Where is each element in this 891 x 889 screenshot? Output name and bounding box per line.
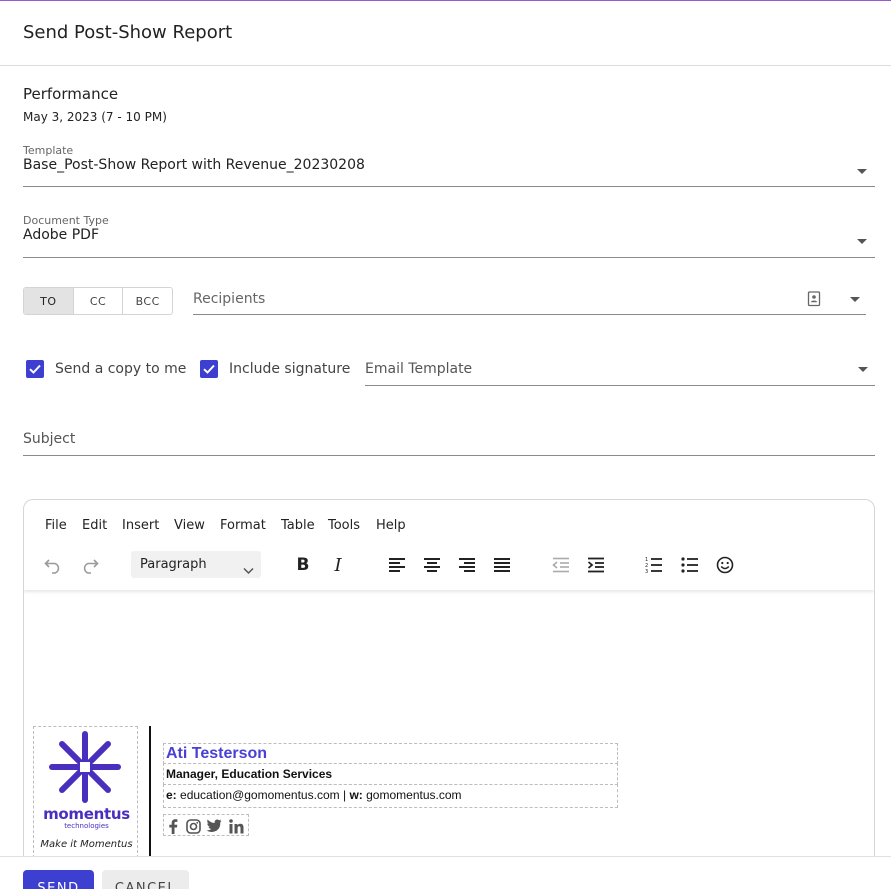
menu-tools[interactable]: Tools (328, 518, 360, 533)
signature-contact-cell: e: education@gomomentus.com | w: gomomen… (163, 784, 618, 808)
chevron-down-icon (857, 169, 867, 174)
svg-text:3: 3 (645, 569, 648, 574)
signature-website[interactable]: gomomentus.com (366, 788, 461, 802)
signature-divider (149, 726, 151, 858)
italic-icon[interactable]: I (326, 553, 350, 577)
email-body-editor[interactable]: File Edit Insert View Format Table Tools… (23, 499, 875, 889)
logo-wordmark: momentus (43, 805, 130, 823)
menu-help[interactable]: Help (376, 518, 406, 533)
twitter-icon[interactable] (205, 817, 223, 835)
facebook-icon[interactable] (164, 817, 182, 835)
menu-view[interactable]: View (174, 518, 205, 533)
numbered-list-icon[interactable]: 123 (642, 553, 666, 577)
linkedin-icon[interactable] (227, 817, 245, 835)
menu-format[interactable]: Format (220, 518, 266, 533)
dialog-title: Send Post-Show Report (23, 22, 233, 43)
template-select[interactable]: Template Base_Post-Show Report with Reve… (23, 144, 875, 187)
menu-file[interactable]: File (45, 518, 67, 533)
email-template-placeholder: Email Template (365, 361, 473, 377)
top-accent-border (0, 0, 891, 1)
block-format-value: Paragraph (140, 557, 207, 572)
chevron-down-icon (243, 560, 254, 579)
block-format-select[interactable]: Paragraph (131, 551, 261, 578)
document-type-value: Adobe PDF (23, 227, 100, 243)
chevron-down-icon (858, 367, 868, 372)
cc-button[interactable]: CC (74, 288, 124, 314)
align-left-icon[interactable] (385, 553, 409, 577)
include-signature-checkbox[interactable] (200, 360, 218, 378)
contact-book-icon[interactable] (807, 291, 821, 311)
contact-separator: | (342, 788, 347, 802)
align-center-icon[interactable] (420, 553, 444, 577)
bullet-list-icon[interactable] (678, 553, 702, 577)
menu-edit[interactable]: Edit (82, 518, 107, 533)
align-right-icon[interactable] (455, 553, 479, 577)
performance-date: May 3, 2023 (7 - 10 PM) (23, 110, 167, 124)
send-copy-checkbox[interactable] (26, 360, 44, 378)
document-type-select[interactable]: Document Type Adobe PDF (23, 214, 875, 258)
signature-name: Ati Testerson (166, 745, 268, 762)
subject-input[interactable]: Subject (23, 426, 875, 456)
chevron-down-icon (857, 239, 867, 244)
signature-contact: e: education@gomomentus.com | w: gomomen… (166, 788, 462, 802)
template-value: Base_Post-Show Report with Revenue_20230… (23, 157, 365, 173)
recipients-placeholder: Recipients (193, 291, 266, 307)
send-button[interactable]: SEND (23, 870, 94, 889)
menu-insert[interactable]: Insert (122, 518, 159, 533)
social-links (163, 814, 249, 836)
recipients-input[interactable]: Recipients (193, 285, 866, 315)
company-logo: momentus technologies Make it Momentus (33, 726, 138, 858)
include-signature-label: Include signature (229, 361, 351, 377)
align-justify-icon[interactable] (490, 553, 514, 577)
signature-tagline: Make it Momentus (40, 839, 133, 850)
indent-icon[interactable] (584, 553, 608, 577)
menu-table[interactable]: Table (281, 518, 315, 533)
editor-toolbar: Paragraph B I 123 (24, 548, 874, 590)
editor-menubar: File Edit Insert View Format Table Tools… (24, 500, 874, 548)
document-type-label: Document Type (23, 214, 109, 227)
template-label: Template (23, 144, 74, 157)
subject-placeholder: Subject (23, 431, 76, 447)
signature-name-cell: Ati Testerson (163, 743, 618, 764)
logo-subtitle: technologies (64, 822, 109, 830)
send-copy-label: Send a copy to me (55, 361, 187, 377)
instagram-icon[interactable] (184, 817, 202, 835)
bold-icon[interactable]: B (291, 553, 315, 577)
email-prefix: e: (166, 788, 177, 802)
bcc-button[interactable]: BCC (123, 288, 172, 314)
emoji-icon[interactable] (713, 553, 737, 577)
web-prefix: w: (349, 788, 363, 802)
outdent-icon[interactable] (549, 553, 573, 577)
chevron-down-icon[interactable] (850, 297, 860, 302)
signature-email[interactable]: education@gomomentus.com (180, 788, 340, 802)
title-divider (0, 65, 891, 66)
to-button[interactable]: TO (24, 288, 74, 314)
undo-icon[interactable] (41, 553, 65, 577)
email-signature: momentus technologies Make it Momentus A… (33, 726, 620, 858)
signature-role: Manager, Education Services (166, 767, 333, 781)
signature-role-cell: Manager, Education Services (163, 763, 618, 785)
email-template-select[interactable]: Email Template (365, 356, 875, 386)
recipient-mode-toggle: TO CC BCC (23, 287, 173, 315)
redo-icon[interactable] (78, 553, 102, 577)
cancel-button[interactable]: CANCEL (102, 870, 189, 889)
performance-heading: Performance (23, 85, 119, 103)
